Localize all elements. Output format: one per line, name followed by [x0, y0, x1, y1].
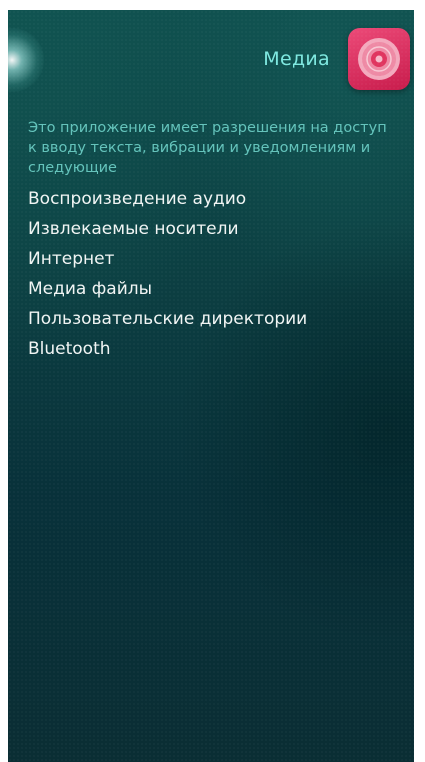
permission-item: Медиа файлы — [28, 279, 153, 299]
permissions-section: Это приложение имеет разрешения на досту… — [28, 118, 398, 364]
permission-item: Интернет — [28, 249, 115, 269]
app-title: Медиа — [263, 48, 330, 70]
permissions-intro: Это приложение имеет разрешения на досту… — [28, 120, 387, 176]
permissions-list: Воспроизведение аудио Извлекаемые носите… — [28, 184, 398, 364]
permission-item: Пользовательские директории — [28, 309, 308, 329]
permission-item: Воспроизведение аудио — [28, 189, 247, 209]
permission-item: Bluetooth — [28, 339, 111, 359]
app-permissions-screen: Медиа Это приложение имеет разрешения на… — [8, 10, 414, 762]
permission-item: Извлекаемые носители — [28, 219, 239, 239]
music-disc-icon — [348, 28, 410, 90]
app-header: Медиа — [8, 28, 414, 92]
